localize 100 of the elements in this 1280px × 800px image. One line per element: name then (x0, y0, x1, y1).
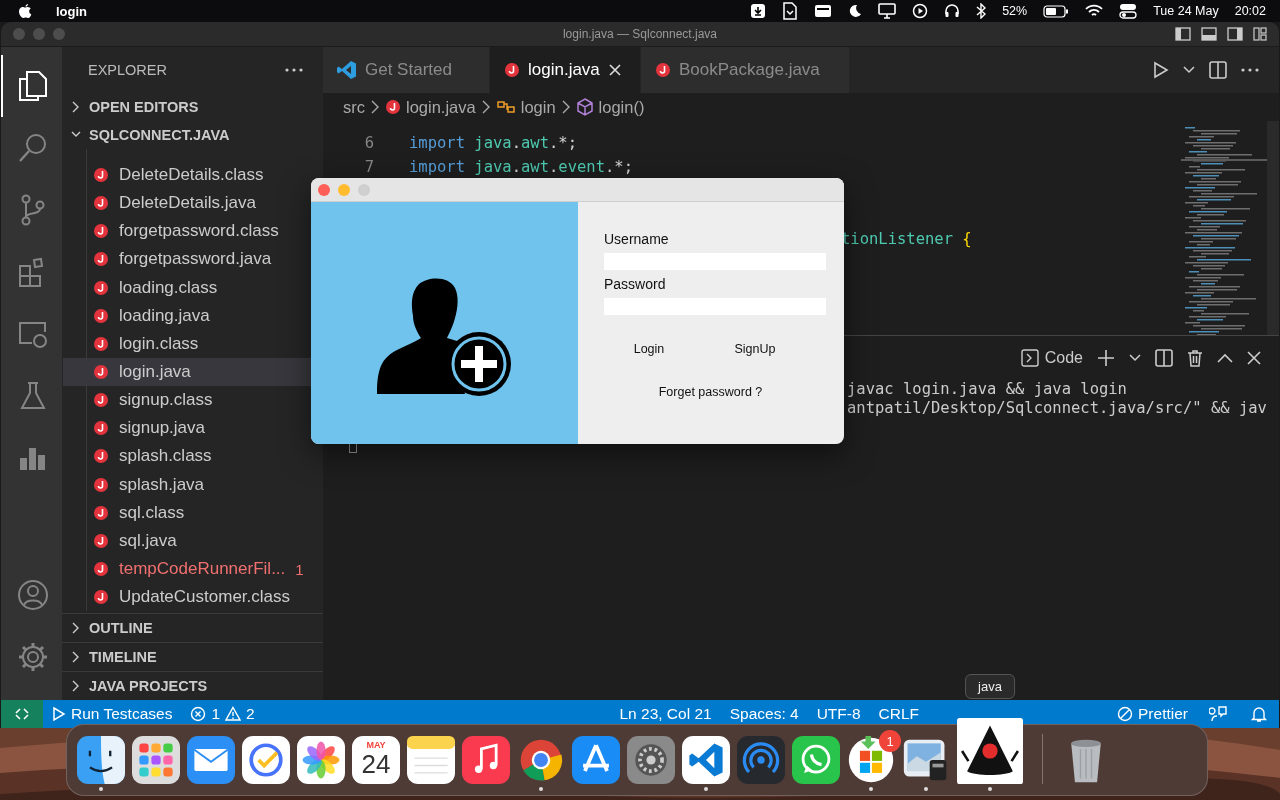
java-file-icon (93, 335, 109, 352)
editor-tab[interactable]: BookPackage.java (641, 47, 850, 93)
status-item[interactable]: CRLF (869, 705, 929, 723)
editor-tab[interactable]: Get Started (323, 47, 490, 93)
chevron-right-icon (371, 100, 379, 114)
calendar-app-icon[interactable]: MAY 24 (352, 736, 400, 784)
close-icon[interactable] (1247, 351, 1261, 365)
file-item[interactable]: DeleteDetails.java (63, 189, 323, 218)
file-item[interactable]: signup.class (63, 386, 323, 415)
file-item[interactable]: sql.java (63, 526, 323, 555)
account-icon[interactable] (16, 579, 49, 611)
forget-password-button[interactable]: Forget password ? (656, 383, 765, 401)
menu-date[interactable]: Tue 24 May (1153, 4, 1219, 18)
section-header[interactable]: OPEN EDITORS (62, 93, 323, 121)
layout-icon[interactable] (1253, 27, 1267, 41)
cube-icon (575, 98, 594, 116)
running-indicator (704, 787, 708, 791)
file-item[interactable]: UpdateCustomer.class (63, 583, 323, 612)
chevron-down-icon[interactable] (1129, 354, 1141, 362)
close-icon[interactable] (607, 63, 622, 77)
wifi-icon[interactable] (1085, 4, 1104, 18)
trash-icon[interactable] (1187, 349, 1203, 367)
sidebar-toggle-icon[interactable] (1175, 27, 1191, 41)
file-item[interactable]: signup.java (63, 414, 323, 443)
app-icon[interactable] (242, 736, 290, 784)
remote-icon (14, 706, 30, 722)
file-item[interactable]: DeleteDetails.class (63, 161, 323, 190)
battery-icon[interactable] (1043, 4, 1070, 18)
terminal-line: javac login.java && java login (847, 380, 1127, 398)
download-icon[interactable] (750, 3, 767, 19)
chevron-up-icon[interactable] (1217, 353, 1233, 363)
editor-tab[interactable]: login.java (490, 47, 641, 93)
settings-icon[interactable] (16, 641, 49, 673)
file-item[interactable]: forgetpassword.class (63, 217, 323, 246)
plus-icon[interactable] (1097, 349, 1115, 367)
run-testcases-button[interactable]: Run Testcases (43, 705, 182, 723)
status-item[interactable]: Spaces: 4 (720, 705, 808, 723)
section-header[interactable]: OUTLINE (62, 613, 323, 642)
java-file-icon (93, 589, 109, 606)
menu-time[interactable]: 20:02 (1234, 4, 1266, 18)
search-icon[interactable] (17, 132, 48, 164)
file-item[interactable]: splash.java (63, 470, 323, 499)
headphones-icon[interactable] (944, 3, 961, 19)
java-file-icon (93, 392, 109, 409)
app-icon[interactable] (682, 736, 730, 784)
more-icon[interactable] (1241, 68, 1259, 72)
split-terminal-icon[interactable] (1155, 349, 1173, 367)
app-icon[interactable] (847, 736, 895, 784)
section-header[interactable]: SQLCONNECT.JAVA (62, 121, 323, 149)
app-icon[interactable] (407, 736, 455, 784)
file-item[interactable]: loading.class (63, 273, 323, 302)
breadcrumb-item[interactable]: login (495, 97, 556, 117)
chevron-down-icon[interactable] (1183, 66, 1195, 74)
app-icon[interactable] (77, 736, 125, 784)
card-icon[interactable] (814, 4, 833, 18)
app-icon[interactable] (792, 736, 840, 784)
file-item[interactable]: splash.class (63, 442, 323, 471)
bluetooth-icon[interactable] (976, 3, 987, 19)
file-item[interactable]: tempCodeRunnerFil... 1 (63, 554, 323, 584)
panel-toggle-icon[interactable] (1201, 27, 1217, 41)
file-item[interactable]: sql.class (63, 498, 323, 527)
breadcrumb-item[interactable]: src (343, 97, 365, 117)
app-icon[interactable] (297, 736, 345, 784)
control-center-icon[interactable] (1119, 3, 1138, 19)
cartoon-figure-icon[interactable] (957, 718, 1023, 784)
app-icon[interactable] (187, 736, 235, 784)
status-item[interactable]: UTF-8 (807, 705, 870, 723)
terminal-profile-button[interactable]: Code (1020, 349, 1083, 367)
app-icon[interactable] (627, 736, 675, 784)
problems-button[interactable]: 1 2 (181, 705, 264, 723)
apple-icon[interactable] (18, 3, 32, 19)
scrollbar[interactable] (1267, 121, 1279, 335)
moon-icon[interactable] (848, 4, 863, 18)
remote-button[interactable] (1, 700, 43, 728)
file-item[interactable]: login.class (63, 329, 323, 358)
files-icon[interactable] (17, 70, 48, 102)
section-header[interactable]: TIMELINE (62, 642, 323, 671)
file-item[interactable]: forgetpassword.java (63, 245, 323, 274)
login-button[interactable]: Login (604, 339, 694, 359)
app-icon[interactable] (462, 736, 510, 784)
breadcrumb-item[interactable]: login() (575, 97, 645, 117)
split-editor-icon[interactable] (1209, 61, 1227, 79)
bell-icon[interactable] (1251, 705, 1267, 723)
more-icon[interactable] (285, 68, 303, 72)
app-name[interactable]: login (56, 3, 88, 19)
app-icon[interactable] (572, 736, 620, 784)
signup-button[interactable]: SignUp (710, 339, 800, 359)
prettier-button[interactable]: Prettier (1108, 705, 1197, 723)
chevron-right-icon (71, 100, 81, 114)
running-indicator (99, 787, 103, 791)
secondary-sidebar-icon[interactable] (1227, 27, 1243, 41)
status-item[interactable]: Ln 23, Col 21 (610, 705, 721, 723)
play-circle-icon[interactable] (912, 3, 929, 19)
app-icon[interactable] (132, 736, 180, 784)
file-item[interactable]: loading.java (63, 301, 323, 330)
run-icon[interactable] (1153, 61, 1169, 79)
display-icon[interactable] (878, 3, 897, 19)
feedback-icon[interactable] (1209, 705, 1227, 723)
breadcrumb-item[interactable]: login.java (385, 97, 476, 117)
document-icon[interactable] (782, 2, 799, 20)
